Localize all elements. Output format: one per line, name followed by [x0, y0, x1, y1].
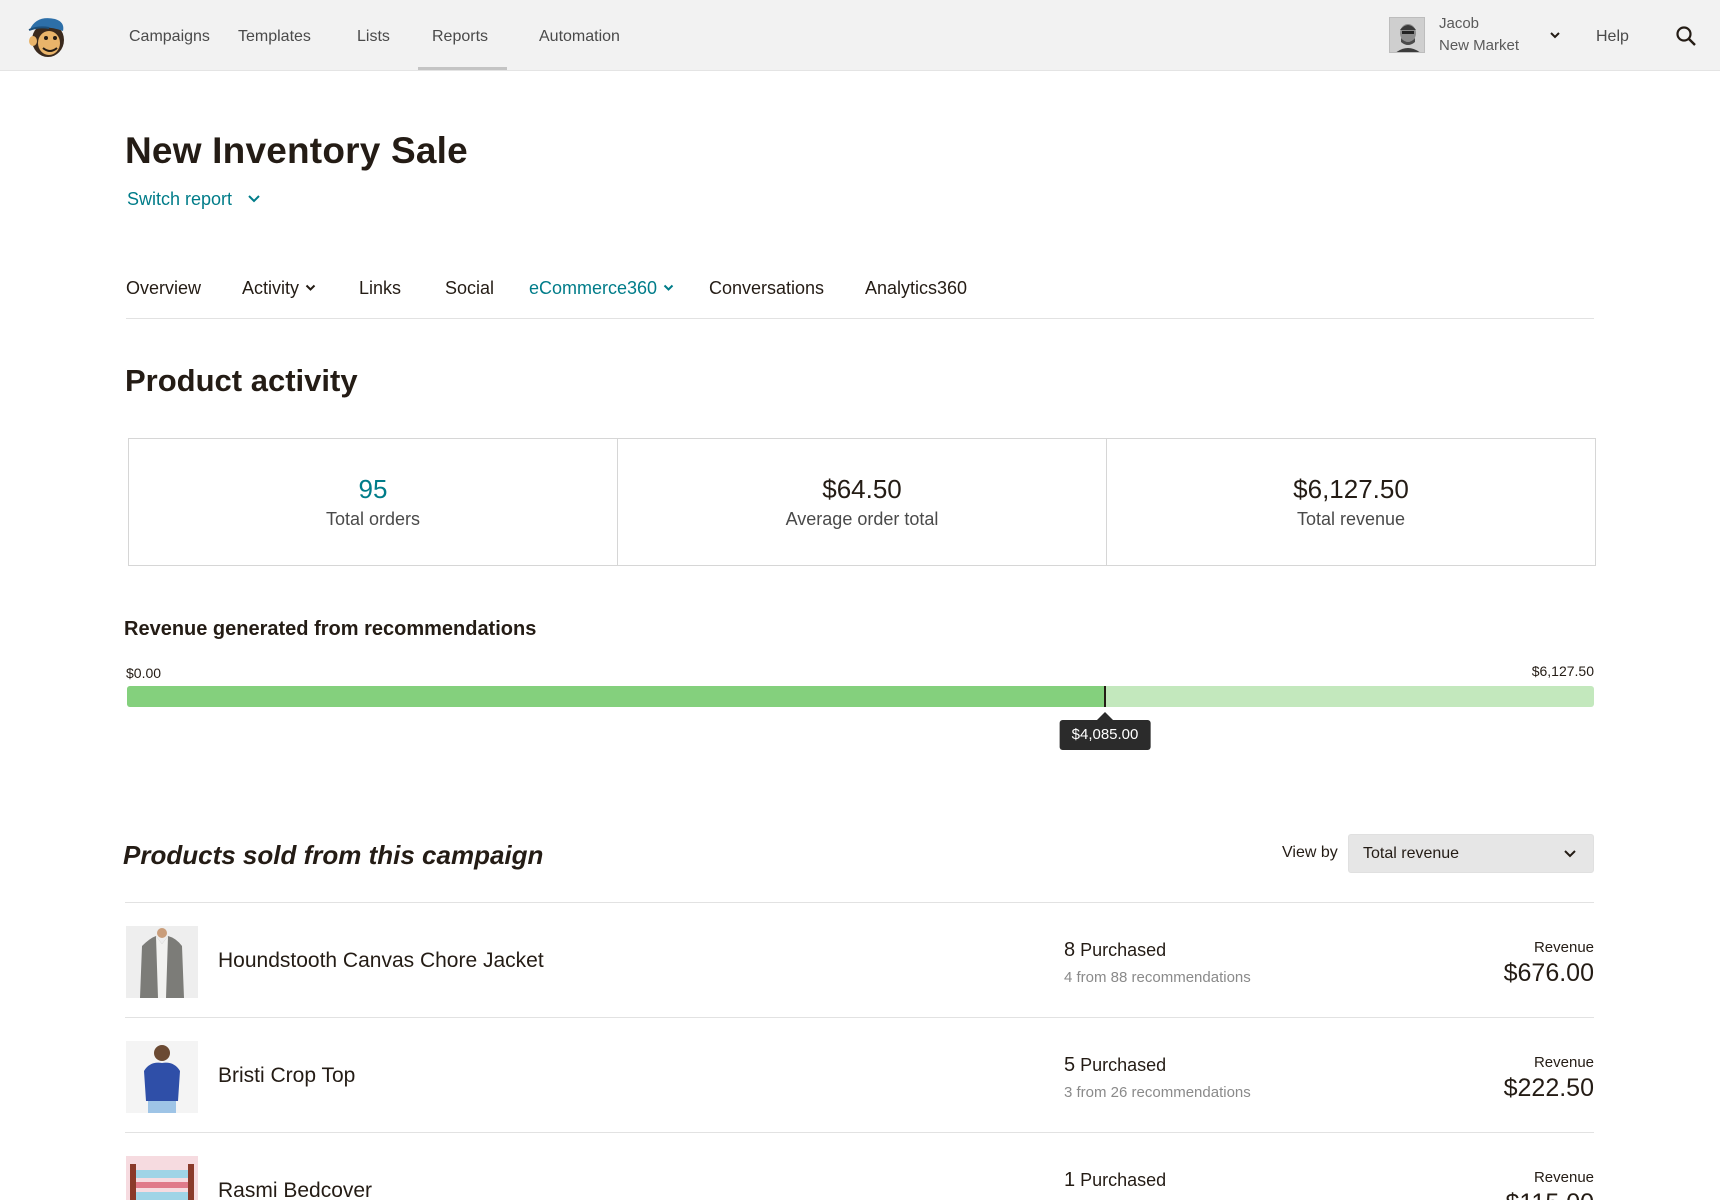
- page: Campaigns Templates Lists Reports Automa…: [0, 0, 1720, 1200]
- purchased-label: Purchased: [1080, 1055, 1167, 1075]
- view-by-select[interactable]: Total revenue: [1348, 834, 1594, 873]
- tab-conversations[interactable]: Conversations: [709, 278, 824, 299]
- revenue-label: Revenue: [1533, 1169, 1594, 1186]
- revenue-title: Revenue generated from recommendations: [124, 618, 537, 640]
- tab-analytics360[interactable]: Analytics360: [865, 278, 967, 299]
- user-avatar-icon: [1390, 18, 1424, 52]
- tab-label: Conversations: [709, 278, 825, 298]
- stat-value[interactable]: 95: [129, 473, 617, 505]
- products-list: Houndstooth Canvas Chore Jacket 8 Purcha…: [125, 902, 1594, 1200]
- chevron-down-icon[interactable]: [1548, 28, 1562, 42]
- revenue-label: Revenue: [1533, 1054, 1594, 1071]
- list-item: Houndstooth Canvas Chore Jacket 8 Purcha…: [125, 902, 1594, 1017]
- tab-social[interactable]: Social: [445, 278, 494, 299]
- product-thumbnail-bedcover-icon[interactable]: [126, 1156, 198, 1200]
- chevron-down-icon: [1564, 850, 1576, 858]
- nav-active-indicator: [418, 67, 507, 70]
- product-name[interactable]: Bristi Crop Top: [218, 1064, 355, 1088]
- user-name[interactable]: Jacob: [1439, 13, 1479, 35]
- list-item: Rasmi Bedcover 1 Purchased Revenue $115.…: [125, 1132, 1594, 1200]
- purchased-count: 1: [1064, 1169, 1076, 1191]
- purchased-count: 5: [1064, 1054, 1076, 1076]
- product-purchased: 8 Purchased: [1064, 939, 1166, 962]
- revenue-marker: [1104, 686, 1106, 707]
- tab-label: Overview: [126, 278, 202, 298]
- tab-label: Social: [445, 278, 495, 298]
- stat-label: Total orders: [325, 509, 421, 529]
- switch-report-label: Switch report: [127, 189, 233, 209]
- purchased-label: Purchased: [1080, 1170, 1167, 1190]
- purchased-label: Purchased: [1080, 940, 1167, 960]
- stat-total-orders: 95 Total orders: [129, 439, 618, 565]
- tab-ecommerce360[interactable]: eCommerce360: [529, 278, 674, 299]
- stat-average-order: $64.50 Average order total: [618, 439, 1107, 565]
- nav-lists[interactable]: Lists: [357, 0, 390, 71]
- products-title: Products sold from this campaign: [123, 840, 544, 870]
- product-thumbnail-jacket-icon[interactable]: [126, 926, 198, 998]
- nav-help[interactable]: Help: [1596, 0, 1629, 71]
- tab-activity[interactable]: Activity: [242, 278, 316, 299]
- search-icon[interactable]: [1674, 24, 1698, 48]
- revenue-value: $222.50: [1503, 1074, 1594, 1102]
- tab-label: eCommerce360: [529, 278, 658, 298]
- revenue-label: Revenue: [1533, 939, 1594, 956]
- revenue-max-label: $6,127.50: [1531, 663, 1594, 679]
- chevron-down-icon: [663, 284, 674, 291]
- product-purchased: 5 Purchased: [1064, 1054, 1166, 1077]
- view-by-label: View by: [1282, 844, 1338, 861]
- revenue-tooltip: $4,085.00: [1059, 720, 1151, 750]
- avatar[interactable]: [1389, 17, 1425, 53]
- nav-reports[interactable]: Reports: [432, 0, 488, 71]
- tab-overview[interactable]: Overview: [126, 278, 201, 299]
- nav-automation[interactable]: Automation: [539, 0, 620, 71]
- page-title: New Inventory Sale: [125, 130, 468, 171]
- chevron-down-icon: [305, 284, 316, 291]
- stat-label: Total revenue: [1296, 509, 1406, 529]
- tab-label: Analytics360: [865, 278, 968, 298]
- freddie-logo-icon[interactable]: [25, 13, 69, 59]
- user-company[interactable]: New Market: [1439, 35, 1519, 57]
- tab-links[interactable]: Links: [359, 278, 401, 299]
- product-recommendations: 4 from 88 recommendations: [1064, 969, 1251, 986]
- nav-campaigns[interactable]: Campaigns: [129, 0, 210, 71]
- tabs-divider: [126, 318, 1594, 319]
- view-by-value: Total revenue: [1363, 845, 1460, 862]
- nav-templates[interactable]: Templates: [238, 0, 311, 71]
- product-purchased: 1 Purchased: [1064, 1169, 1166, 1192]
- product-recommendations: 3 from 26 recommendations: [1064, 1084, 1251, 1101]
- stats-panel: 95 Total orders $64.50 Average order tot…: [128, 438, 1596, 566]
- section-title-product-activity: Product activity: [125, 363, 358, 398]
- list-item: Bristi Crop Top 5 Purchased 3 from 26 re…: [125, 1017, 1594, 1132]
- chevron-down-icon: [248, 195, 260, 203]
- switch-report-button[interactable]: Switch report: [127, 189, 261, 210]
- tab-label: Links: [359, 278, 402, 298]
- revenue-value: $676.00: [1503, 959, 1594, 987]
- stat-total-revenue: $6,127.50 Total revenue: [1107, 439, 1595, 565]
- top-nav: Campaigns Templates Lists Reports Automa…: [0, 0, 1720, 71]
- tab-label: Activity: [242, 278, 300, 298]
- revenue-min-label: $0.00: [126, 665, 162, 681]
- revenue-progress-track: [127, 686, 1594, 707]
- product-name[interactable]: Rasmi Bedcover: [218, 1179, 372, 1200]
- stat-value: $64.50: [822, 474, 902, 504]
- revenue-tooltip-arrow: [1097, 712, 1113, 720]
- revenue-progress-fill: [127, 686, 1105, 707]
- stat-label: Average order total: [785, 509, 939, 529]
- product-thumbnail-top-icon[interactable]: [126, 1041, 198, 1113]
- product-name[interactable]: Houndstooth Canvas Chore Jacket: [218, 949, 544, 973]
- purchased-count: 8: [1064, 939, 1076, 961]
- revenue-value: $115.00: [1505, 1189, 1594, 1200]
- stat-value: $6,127.50: [1293, 474, 1409, 504]
